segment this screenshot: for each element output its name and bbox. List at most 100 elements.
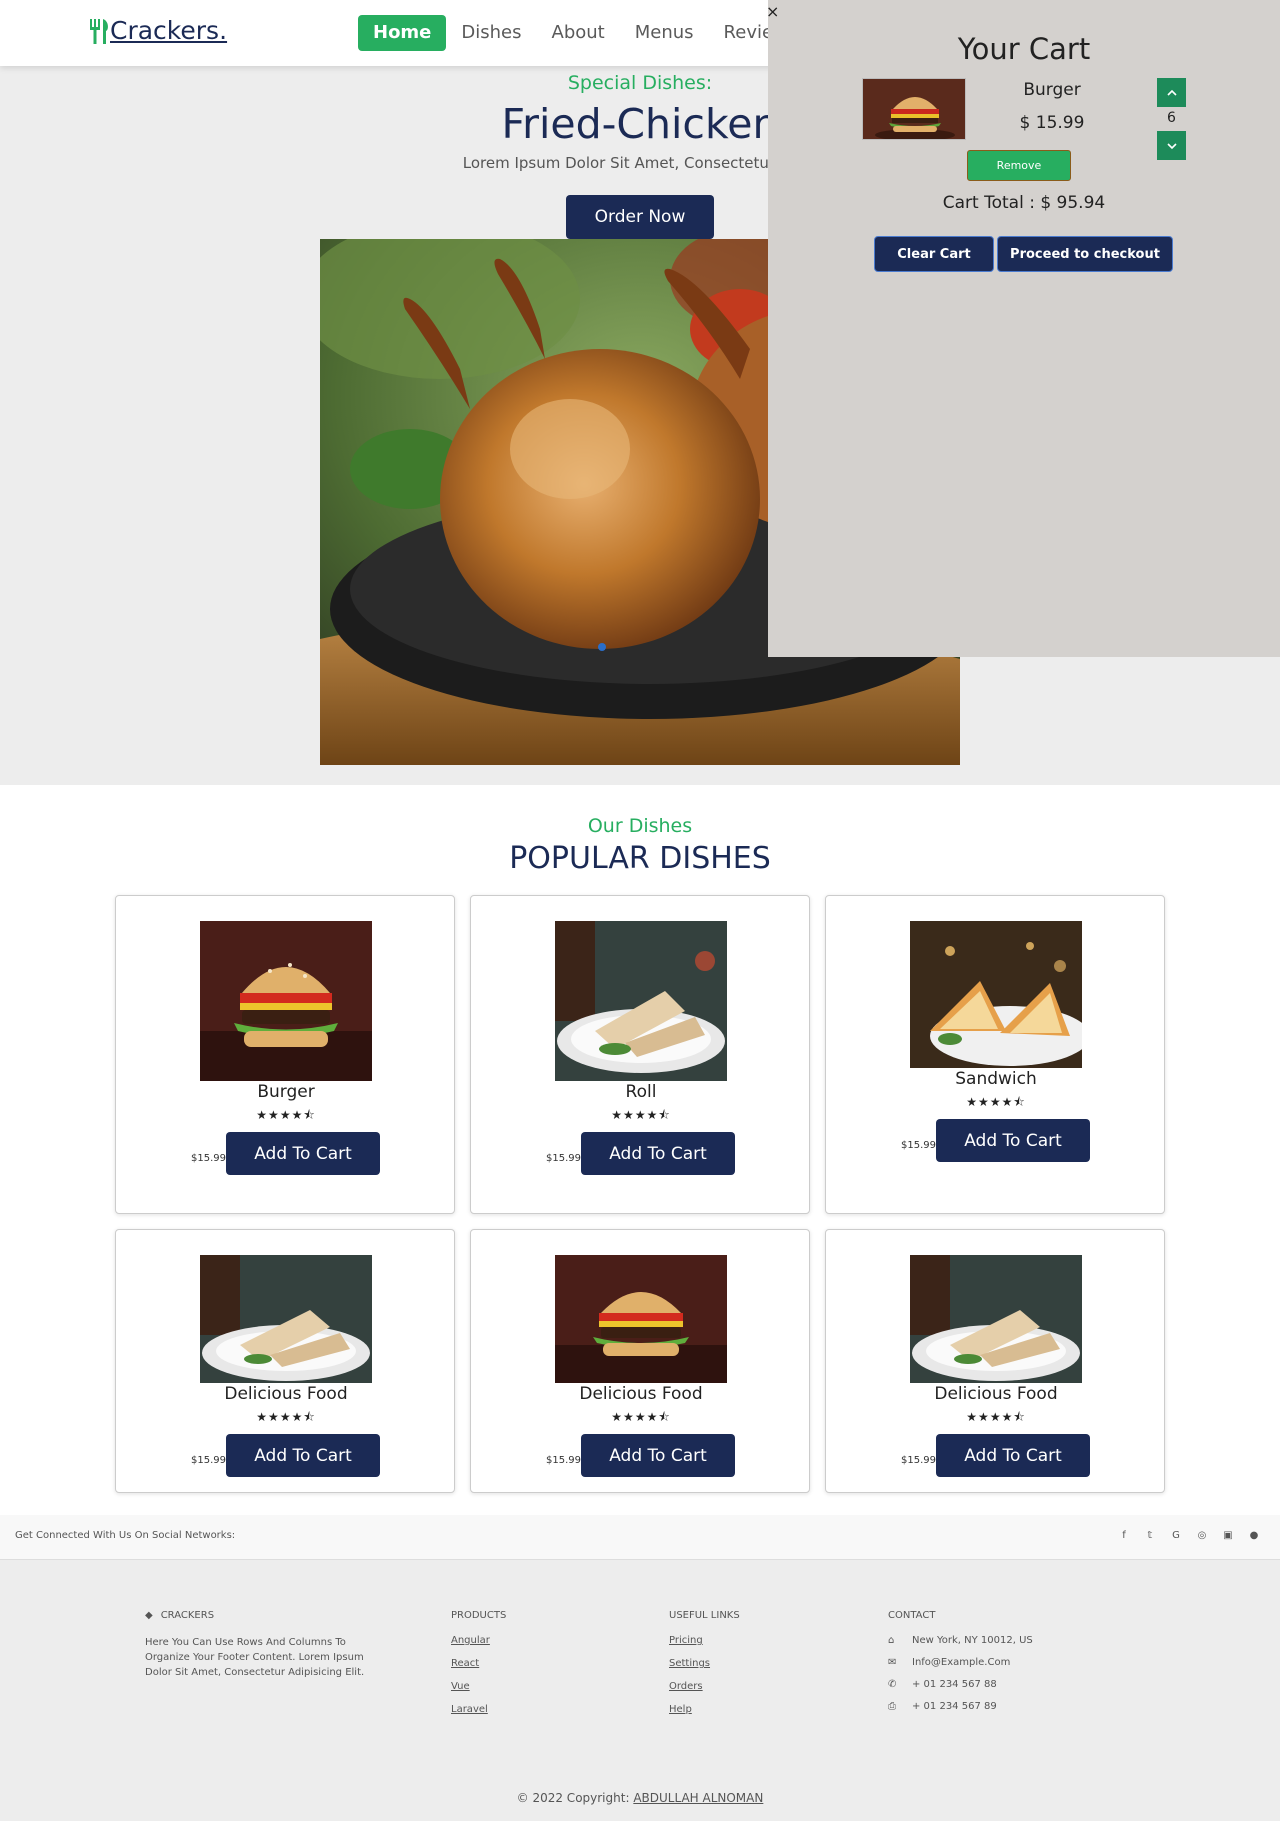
dish-price: $15.99 [191,1153,226,1164]
burger-image [555,1255,727,1383]
chevron-up-icon [1166,89,1177,96]
social-icons: f 𝕥 G ◎ ▣ ● [1116,1528,1262,1544]
roll-image [910,1255,1082,1383]
nav-dishes[interactable]: Dishes [446,15,536,51]
contact-phone: ✆ + 01 234 567 88 [888,1679,997,1690]
add-to-cart-button[interactable]: Add To Cart [936,1119,1090,1162]
dish-name: Sandwich [955,1069,1037,1089]
footer-brand: ◆ CRACKERS [145,1610,215,1621]
dish-price: $15.99 [901,1455,936,1466]
footer-link-react[interactable]: React [451,1658,506,1669]
envelope-icon: ✉ [888,1657,897,1668]
roll-image [200,1255,372,1383]
fork-knife-icon [90,18,108,44]
home-icon: ⌂ [888,1635,895,1646]
dish-name: Delicious Food [224,1384,348,1404]
footer-link-help[interactable]: Help [669,1704,740,1715]
nav-menus[interactable]: Menus [620,15,709,51]
order-now-button[interactable]: Order Now [566,195,714,239]
rating-stars-icon: ★★★★⯪ [966,1095,1026,1109]
dish-price: $15.99 [546,1455,581,1466]
cart-item-image [862,78,966,140]
google-icon[interactable]: G [1168,1528,1184,1544]
footer-contact-heading: CONTACT [888,1610,936,1621]
footer-links-column: USEFUL LINKS Pricing Settings Orders Hel… [669,1610,740,1727]
footer-about: Here You Can Use Rows And Columns To Org… [145,1637,365,1678]
dish-card-burger: Burger ★★★★⯪ $15.99 Add To Cart [115,895,455,1214]
logo-link[interactable]: Crackers. [88,16,227,45]
footer-link-pricing[interactable]: Pricing [669,1635,740,1646]
dish-card-delicious-food-1: Delicious Food ★★★★⯪ $15.99 Add To Cart [115,1229,455,1493]
add-to-cart-button[interactable]: Add To Cart [581,1132,735,1175]
checkout-button[interactable]: Proceed to checkout [997,236,1173,272]
phone-icon: ✆ [888,1679,897,1690]
footer-link-angular[interactable]: Angular [451,1635,506,1646]
contact-address: ⌂ New York, NY 10012, US [888,1635,1033,1646]
remove-item-button[interactable]: Remove [967,150,1071,181]
dishes-subtitle: Our Dishes [587,815,693,837]
footer-products-heading: PRODUCTS [451,1610,507,1621]
sandwich-image [910,921,1082,1068]
footer-link-orders[interactable]: Orders [669,1681,740,1692]
dish-name: Roll [625,1082,657,1102]
github-icon[interactable]: ● [1246,1528,1262,1544]
footer-link-vue[interactable]: Vue [451,1681,506,1692]
rating-stars-icon: ★★★★⯪ [256,1108,316,1122]
footer-links-heading: USEFUL LINKS [669,1610,740,1621]
add-to-cart-button[interactable]: Add To Cart [581,1434,735,1477]
footer-contact-column: CONTACT ⌂ New York, NY 10012, US ✉ Info@Ex… [888,1610,1033,1723]
footer-products-column: PRODUCTS Angular React Vue Laravel [451,1610,506,1727]
dish-card-delicious-food-3: Delicious Food ★★★★⯪ $15.99 Add To Cart [825,1229,1165,1493]
dish-price: $15.99 [901,1140,936,1151]
footer-brand-column: ◆ CRACKERS Here You Can Use Rows And Colu… [145,1610,385,1680]
chevron-down-icon [1166,142,1177,149]
quantity-decrease-button[interactable] [1157,131,1186,160]
printer-icon: ⎙ [888,1701,896,1712]
add-to-cart-button[interactable]: Add To Cart [936,1434,1090,1477]
rating-stars-icon: ★★★★⯪ [256,1410,316,1424]
linkedin-icon[interactable]: ▣ [1220,1528,1236,1544]
main-nav: Home Dishes About Menus Review [358,15,803,51]
copyright-link[interactable]: ABDULLAH ALNOMAN [633,1791,763,1805]
add-to-cart-button[interactable]: Add To Cart [226,1434,380,1477]
dish-price: $15.99 [191,1455,226,1466]
nav-home[interactable]: Home [358,15,447,51]
cart-title: Your Cart [957,32,1091,66]
rating-stars-icon: ★★★★⯪ [611,1410,671,1424]
site-footer: ◆ CRACKERS Here You Can Use Rows And Colu… [0,1560,1280,1821]
logo-text: Crackers. [110,16,228,45]
rating-stars-icon: ★★★★⯪ [611,1108,671,1122]
dish-name: Delicious Food [934,1384,1058,1404]
cart-item-name: Burger [1023,80,1081,100]
quantity-increase-button[interactable] [1157,78,1186,107]
nav-about[interactable]: About [537,15,620,51]
social-text: Get Connected With Us On Social Networks… [15,1530,236,1541]
roll-image [555,921,727,1081]
cart-close-button[interactable]: × [766,2,779,21]
facebook-icon[interactable]: f [1116,1528,1132,1544]
dish-name: Delicious Food [579,1384,703,1404]
footer-link-settings[interactable]: Settings [669,1658,740,1669]
dishes-title: POPULAR DISHES [509,841,771,876]
add-to-cart-button[interactable]: Add To Cart [226,1132,380,1175]
contact-fax: ⎙ + 01 234 567 89 [888,1701,997,1712]
gem-icon: ◆ [145,1610,153,1621]
dish-card-roll: Roll ★★★★⯪ $15.99 Add To Cart [470,895,810,1214]
popular-dishes-section: Our Dishes POPULAR DISHES Burger ★★★★⯪ $… [0,785,1280,1515]
cart-item-price: $ 15.99 [1019,113,1085,133]
contact-email: ✉ Info@Example.Com [888,1657,1011,1668]
rating-stars-icon: ★★★★⯪ [966,1410,1026,1424]
footer-link-laravel[interactable]: Laravel [451,1704,506,1715]
cart-total: Cart Total : $ 95.94 [942,193,1106,213]
cart-item-quantity: 6 [1167,110,1176,126]
twitter-icon[interactable]: 𝕥 [1142,1528,1158,1544]
dish-card-delicious-food-2: Delicious Food ★★★★⯪ $15.99 Add To Cart [470,1229,810,1493]
cart-panel: Your Cart Burger $ 15.99 Remove 6 Cart T… [768,0,1280,657]
copyright: © 2022 Copyright: ABDULLAH ALNOMAN [516,1791,764,1805]
clear-cart-button[interactable]: Clear Cart [874,236,994,272]
dish-price: $15.99 [546,1153,581,1164]
dish-name: Burger [257,1082,315,1102]
dish-card-sandwich: Sandwich ★★★★⯪ $15.99 Add To Cart [825,895,1165,1214]
social-bar: Get Connected With Us On Social Networks… [0,1515,1280,1560]
instagram-icon[interactable]: ◎ [1194,1528,1210,1544]
